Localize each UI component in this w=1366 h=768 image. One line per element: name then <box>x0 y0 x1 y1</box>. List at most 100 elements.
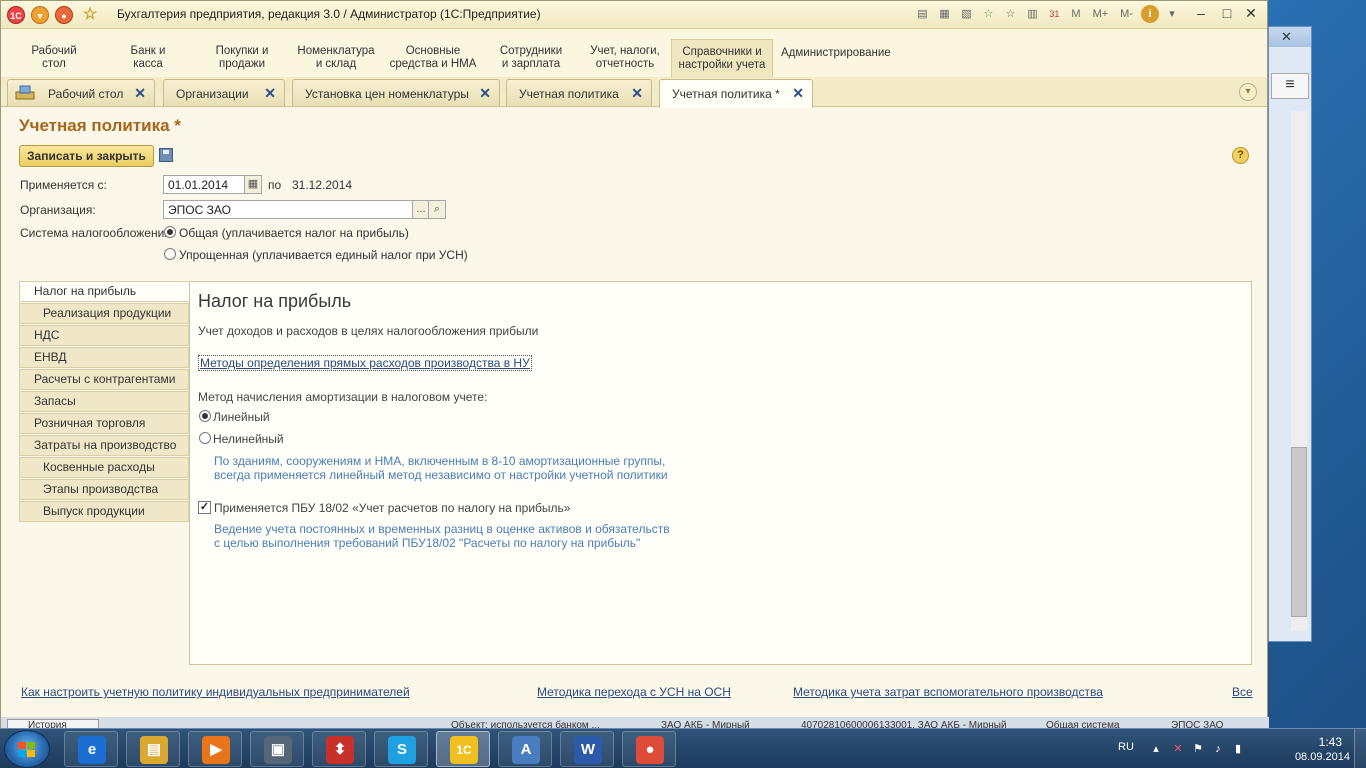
close-icon[interactable]: ✕ <box>1241 5 1261 22</box>
depreciation-label: Метод начисления амортизации в налоговом… <box>198 390 488 404</box>
taskbar-app-button[interactable]: S <box>374 731 428 767</box>
close-icon[interactable]: ✕ <box>792 85 804 102</box>
tab-label: Учетная политика <box>519 87 619 101</box>
all-links[interactable]: Все <box>1232 685 1253 699</box>
usn-to-osn-link[interactable]: Методика перехода с УСН на ОСН <box>537 685 731 699</box>
nav-indirect-costs[interactable]: Косвенные расходы <box>19 457 189 478</box>
section-staff[interactable]: Сотрудники и зарплата <box>497 45 565 71</box>
nav-product-output[interactable]: Выпуск продукции <box>19 501 189 522</box>
section-label: Основные средства и НМА <box>389 45 477 70</box>
menu-icon[interactable]: ≡ <box>1271 73 1309 99</box>
taskbar-app-button[interactable]: W <box>560 731 614 767</box>
help-icon[interactable]: ? <box>1232 147 1249 164</box>
taskbar-app-button[interactable]: e <box>64 731 118 767</box>
save-icon[interactable]: ▦ <box>935 5 953 23</box>
tab-organizations[interactable]: Организации ✕ <box>163 79 285 106</box>
language-indicator[interactable]: RU <box>1118 741 1134 753</box>
memory-button-m-minus[interactable]: M- <box>1116 5 1137 23</box>
memory-button-m[interactable]: M <box>1067 5 1084 23</box>
nav-sales[interactable]: Реализация продукции <box>19 303 189 324</box>
app-logo-icon[interactable]: 1С <box>7 6 25 24</box>
taskbar-app-button[interactable]: 1С <box>436 731 490 767</box>
favorites-star-icon[interactable]: ☆ <box>81 6 99 24</box>
taskbar-app-button[interactable]: ▶ <box>188 731 242 767</box>
minimize-icon[interactable]: – <box>1191 5 1211 21</box>
depreciation-linear-radio[interactable] <box>199 410 211 422</box>
search-icon[interactable]: ⌕ <box>428 200 446 219</box>
section-bank[interactable]: Банк и касса <box>119 45 177 71</box>
taskbar-app-button[interactable]: ● <box>622 731 676 767</box>
tax-general-radio[interactable] <box>164 226 176 238</box>
save-icon[interactable] <box>159 148 173 162</box>
close-icon[interactable]: ✕ <box>631 85 643 102</box>
section-catalogs[interactable]: Справочники и настройки учета <box>671 39 773 77</box>
depreciation-nonlinear-radio[interactable] <box>199 432 211 444</box>
taskbar-app-button[interactable]: ⬍ <box>312 731 366 767</box>
organization-field[interactable]: ЭПОС ЗАО <box>163 200 413 219</box>
tax-simplified-label[interactable]: Упрощенная (уплачивается единый налог пр… <box>179 248 468 262</box>
taskbar-app-button[interactable]: A <box>498 731 552 767</box>
print-icon[interactable]: ▤ <box>913 5 931 23</box>
section-reporting[interactable]: Учет, налоги, отчетность <box>587 45 663 71</box>
direct-costs-link[interactable]: Методы определения прямых расходов произ… <box>198 355 532 371</box>
nav-production-costs[interactable]: Затраты на производство <box>19 435 189 456</box>
calendar-icon[interactable]: ▦ <box>244 175 262 194</box>
info-icon[interactable]: i <box>1141 5 1159 23</box>
clock-date[interactable]: 08.09.2014 <box>1295 751 1350 763</box>
show-desktop-button[interactable] <box>1354 729 1366 768</box>
history-icon[interactable]: ● <box>55 6 73 24</box>
close-icon[interactable]: ✕ <box>479 85 491 102</box>
section-administration[interactable]: Администрирование <box>781 47 891 60</box>
section-desktop[interactable]: Рабочий стол <box>23 45 85 71</box>
nav-contractors[interactable]: Расчеты с контрагентами <box>19 369 189 390</box>
tab-desktop[interactable]: Рабочий стол ✕ <box>7 79 155 106</box>
main-menu-icon[interactable]: ▾ <box>31 6 49 24</box>
date-from-field[interactable]: 01.01.2014 <box>163 175 245 194</box>
depreciation-nonlinear-label[interactable]: Нелинейный <box>213 432 284 446</box>
background-window[interactable]: ✕ ≡ <box>1268 26 1312 642</box>
memory-button-m-plus[interactable]: M+ <box>1089 5 1113 23</box>
taskbar-app-button[interactable]: ▣ <box>250 731 304 767</box>
nav-retail[interactable]: Розничная торговля <box>19 413 189 434</box>
flag-icon[interactable]: ⚑ <box>1192 743 1204 755</box>
nav-inventory[interactable]: Запасы <box>19 391 189 412</box>
tab-accounting-policy[interactable]: Учетная политика ✕ <box>506 79 652 106</box>
close-icon[interactable]: ✕ <box>1281 29 1292 45</box>
favorite-add-icon[interactable]: ☆ <box>979 5 997 23</box>
tax-simplified-radio[interactable] <box>164 248 176 260</box>
calculator-icon[interactable]: ▥ <box>1023 5 1041 23</box>
save-close-button[interactable]: Записать и закрыть <box>19 145 154 167</box>
pbu-checkbox[interactable]: ✓ <box>198 501 211 514</box>
nav-production-stages[interactable]: Этапы производства <box>19 479 189 500</box>
maximize-icon[interactable]: □ <box>1217 5 1237 21</box>
preview-icon[interactable]: ▧ <box>957 5 975 23</box>
tab-price-setting[interactable]: Установка цен номенклатуры ✕ <box>292 79 500 106</box>
volume-icon[interactable]: ♪ <box>1212 743 1224 755</box>
chevron-down-icon[interactable]: ▾ <box>1163 5 1181 23</box>
network-error-icon[interactable]: ✕ <box>1172 743 1184 755</box>
pbu-label[interactable]: Применяется ПБУ 18/02 «Учет расчетов по … <box>214 501 570 515</box>
clock-time[interactable]: 1:43 <box>1319 735 1342 749</box>
calendar-icon[interactable]: 31 <box>1045 5 1063 23</box>
nav-envd[interactable]: ЕНВД <box>19 347 189 368</box>
section-fixed-assets[interactable]: Основные средства и НМА <box>389 45 477 71</box>
chevron-down-icon[interactable]: ▾ <box>1239 83 1257 101</box>
chevron-up-icon[interactable]: ▴ <box>1150 743 1162 755</box>
start-button[interactable] <box>4 730 50 768</box>
nav-vat[interactable]: НДС <box>19 325 189 346</box>
date-to-value: 31.12.2014 <box>292 178 353 192</box>
aux-production-link[interactable]: Методика учета затрат вспомогательного п… <box>793 685 1103 699</box>
favorite-icon[interactable]: ☆ <box>1001 5 1019 23</box>
tax-general-label[interactable]: Общая (уплачивается налог на прибыль) <box>179 226 409 240</box>
taskbar-app-button[interactable]: ▤ <box>126 731 180 767</box>
scrollbar-thumb[interactable] <box>1291 447 1307 617</box>
section-nomenclature[interactable]: Номенклатура и склад <box>295 45 377 71</box>
ip-policy-link[interactable]: Как настроить учетную политику индивидуа… <box>21 685 410 699</box>
close-icon[interactable]: ✕ <box>134 85 146 102</box>
depreciation-linear-label[interactable]: Линейный <box>213 410 270 424</box>
section-sales[interactable]: Покупки и продажи <box>209 45 275 71</box>
nav-profit-tax[interactable]: Налог на прибыль <box>19 281 190 302</box>
close-icon[interactable]: ✕ <box>264 85 276 102</box>
tab-accounting-policy-modified[interactable]: Учетная политика * ✕ <box>659 79 813 108</box>
battery-icon[interactable]: ▮ <box>1232 743 1244 755</box>
